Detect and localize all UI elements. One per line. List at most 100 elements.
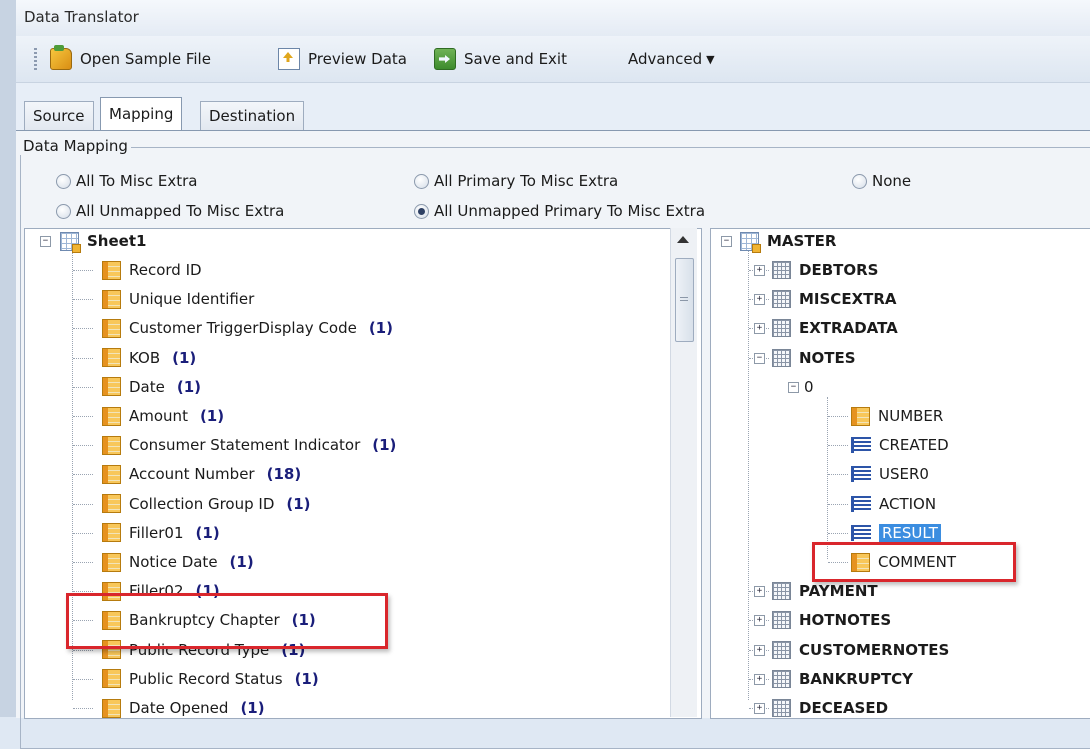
tab-mapping[interactable]: Mapping bbox=[100, 97, 183, 130]
radio-all-to-misc-extra[interactable]: All To Misc Extra bbox=[56, 172, 197, 190]
dest-table-item[interactable]: DECEASED bbox=[772, 694, 888, 722]
mapping-count: (1) bbox=[176, 377, 202, 396]
source-field-item[interactable]: Public Record Status (1) bbox=[102, 665, 319, 693]
tree-root-label: MASTER bbox=[767, 232, 837, 250]
table-icon bbox=[772, 348, 791, 367]
collapse-icon[interactable]: − bbox=[754, 352, 765, 364]
source-field-item[interactable]: Date Opened (1) bbox=[102, 694, 265, 722]
dest-table-item[interactable]: EXTRADATA bbox=[772, 314, 898, 342]
tree-connector bbox=[748, 250, 749, 700]
dest-index-node[interactable]: 0 bbox=[804, 373, 814, 401]
tree-connector bbox=[73, 416, 93, 417]
source-field-item[interactable]: Account Number (18) bbox=[102, 460, 301, 488]
table-label: BANKRUPTCY bbox=[799, 669, 914, 688]
toolbar: Open Sample File Preview Data Save and E… bbox=[16, 36, 1090, 83]
worksheet-icon bbox=[60, 231, 81, 253]
collapse-icon[interactable]: − bbox=[40, 236, 51, 247]
expand-icon[interactable]: + bbox=[754, 323, 765, 335]
table-icon bbox=[772, 611, 791, 630]
collapse-icon[interactable]: − bbox=[788, 381, 799, 393]
expand-icon[interactable]: + bbox=[754, 703, 765, 714]
tab-destination[interactable]: Destination bbox=[200, 101, 305, 130]
advanced-dropdown[interactable]: Advanced ▼ bbox=[628, 47, 715, 71]
expand-icon[interactable]: + bbox=[754, 615, 765, 627]
dest-table-item[interactable]: CUSTOMERNOTES bbox=[772, 636, 949, 664]
expand-icon[interactable]: + bbox=[754, 294, 765, 306]
radio-all-primary-to-misc-extra[interactable]: All Primary To Misc Extra bbox=[414, 172, 618, 190]
scroll-up-arrow-icon[interactable] bbox=[677, 236, 689, 243]
field-label: Amount bbox=[129, 407, 188, 425]
collapse-icon[interactable]: − bbox=[721, 236, 732, 247]
source-field-item[interactable]: Record ID bbox=[102, 256, 202, 284]
table-icon bbox=[772, 669, 791, 688]
field-label: NUMBER bbox=[878, 407, 944, 425]
dest-field-item[interactable]: CREATED bbox=[851, 431, 949, 459]
text-lines-icon bbox=[851, 524, 871, 541]
tree-connector bbox=[73, 328, 93, 330]
tree-connector bbox=[73, 532, 93, 534]
radio-all-unmapped-primary-to-misc-extra[interactable]: All Unmapped Primary To Misc Extra bbox=[414, 202, 705, 220]
source-field-item[interactable]: Filler01 (1) bbox=[102, 519, 220, 547]
radio-circle bbox=[852, 173, 867, 189]
toolbar-grip[interactable] bbox=[34, 48, 37, 70]
field-label: Collection Group ID bbox=[129, 494, 275, 513]
field-icon bbox=[102, 406, 121, 426]
dest-table-notes[interactable]: NOTES bbox=[772, 344, 856, 372]
tree-root-master[interactable]: MASTER bbox=[740, 227, 836, 255]
highlight-box-comment bbox=[812, 542, 1016, 582]
tree-root-sheet1[interactable]: Sheet1 bbox=[60, 227, 146, 255]
field-label: Notice Date bbox=[129, 553, 218, 571]
source-tree-scrollbar[interactable] bbox=[670, 228, 697, 717]
source-field-item[interactable]: Date (1) bbox=[102, 373, 201, 401]
tree-connector bbox=[828, 416, 848, 417]
source-field-item[interactable]: Amount (1) bbox=[102, 402, 224, 430]
source-field-item[interactable]: Notice Date (1) bbox=[102, 548, 254, 576]
tree-connector bbox=[73, 678, 93, 680]
text-lines-icon bbox=[851, 466, 871, 483]
dest-field-item[interactable]: ACTION bbox=[851, 490, 936, 518]
dest-table-item[interactable]: MISCEXTRA bbox=[772, 285, 897, 313]
tree-connector bbox=[73, 445, 93, 447]
field-label: Account Number bbox=[129, 465, 255, 484]
radio-circle bbox=[56, 203, 71, 219]
source-field-item[interactable]: Consumer Statement Indicator (1) bbox=[102, 431, 396, 459]
expand-icon[interactable]: + bbox=[754, 586, 765, 598]
expand-icon[interactable]: + bbox=[754, 673, 765, 685]
expand-icon[interactable]: + bbox=[754, 644, 765, 656]
highlight-box-bankruptcy-chapter bbox=[66, 593, 388, 649]
table-label: PAYMENT bbox=[799, 582, 878, 601]
source-field-item[interactable]: KOB (1) bbox=[102, 344, 196, 372]
source-field-item[interactable]: Customer TriggerDisplay Code (1) bbox=[102, 314, 393, 342]
title-bar: Data Translator bbox=[16, 0, 1090, 37]
expand-icon[interactable]: + bbox=[754, 265, 765, 276]
save-and-exit-button[interactable]: Save and Exit bbox=[434, 47, 567, 71]
tree-connector bbox=[828, 503, 848, 505]
tab-source[interactable]: Source bbox=[24, 101, 94, 130]
source-field-item[interactable]: Collection Group ID (1) bbox=[102, 490, 311, 518]
open-sample-file-button[interactable]: Open Sample File bbox=[50, 45, 211, 71]
scrollbar-thumb[interactable] bbox=[675, 258, 694, 342]
field-icon bbox=[102, 260, 121, 280]
dest-table-item[interactable]: HOTNOTES bbox=[772, 606, 891, 634]
radio-label: All To Misc Extra bbox=[76, 172, 198, 190]
table-label: HOTNOTES bbox=[799, 611, 892, 630]
dest-table-item[interactable]: DEBTORS bbox=[772, 256, 878, 284]
radio-all-unmapped-to-misc-extra[interactable]: All Unmapped To Misc Extra bbox=[56, 202, 284, 220]
field-label: Customer TriggerDisplay Code bbox=[129, 319, 357, 338]
dest-field-item[interactable]: USER0 bbox=[851, 460, 929, 488]
source-field-item[interactable]: Unique Identifier bbox=[102, 285, 254, 313]
dest-field-item[interactable]: NUMBER bbox=[851, 402, 943, 430]
text-lines-icon bbox=[851, 495, 871, 512]
table-label: DECEASED bbox=[799, 699, 889, 717]
table-icon bbox=[772, 319, 791, 338]
radio-circle-selected bbox=[414, 203, 429, 219]
preview-data-button[interactable]: Preview Data bbox=[278, 47, 407, 71]
radio-label: All Primary To Misc Extra bbox=[434, 172, 619, 190]
tree-connector bbox=[73, 503, 93, 505]
table-label: DEBTORS bbox=[799, 261, 879, 279]
field-label: Date Opened bbox=[129, 699, 229, 717]
radio-none[interactable]: None bbox=[852, 172, 911, 190]
mapping-count: (18) bbox=[266, 465, 302, 484]
dest-table-item[interactable]: BANKRUPTCY bbox=[772, 665, 913, 693]
field-label: USER0 bbox=[879, 465, 929, 484]
